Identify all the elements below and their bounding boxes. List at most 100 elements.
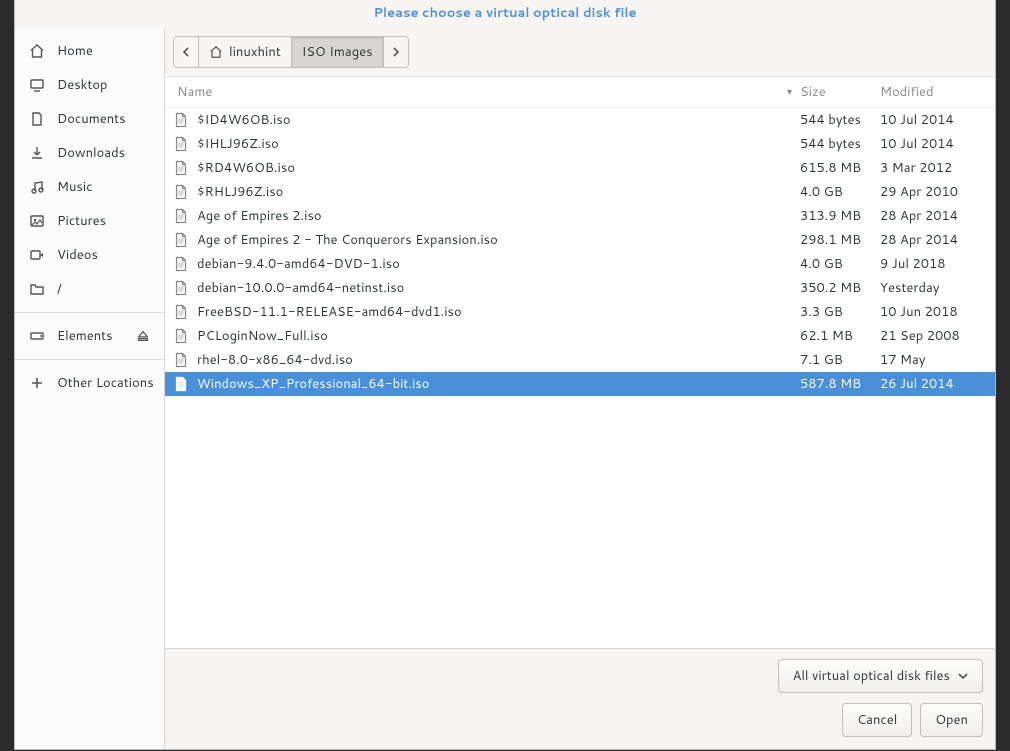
plus-icon [29, 375, 45, 391]
desktop-icon [29, 77, 45, 93]
file-size: 4.0 GB [800, 182, 880, 202]
file-row[interactable]: Age of Empires 2.iso313.9 MB28 Apr 2014 [165, 204, 995, 228]
file-icon [173, 304, 189, 320]
file-row[interactable]: Windows_XP_Professional_64-bit.iso587.8 … [165, 372, 995, 396]
folder-icon [29, 281, 45, 297]
file-row[interactable]: $RD4W6OB.iso 615.8 MB3 Mar 2012 [165, 156, 995, 180]
column-header-label: Size [800, 83, 826, 101]
file-modified: Yesterday [880, 278, 985, 298]
file-row[interactable]: $ID4W6OB.iso 544 bytes10 Jul 2014 [165, 108, 995, 132]
file-row[interactable]: debian-10.0.0-amd64-netinst.iso 350.2 MBY… [165, 276, 995, 300]
file-row[interactable]: FreeBSD-11.1-RELEASE-amd64-dvd1.iso3.3 G… [165, 300, 995, 324]
home-icon [209, 45, 223, 59]
path-crumb-current[interactable]: ISO Images [291, 37, 383, 67]
file-row[interactable]: PCLoginNow_Full.iso62.1 MB21 Sep 2008 [165, 324, 995, 348]
file-modified: 3 Mar 2012 [880, 158, 985, 178]
file-modified: 21 Sep 2008 [880, 326, 985, 346]
file-name: Age of Empires 2 - The Conquerors Expans… [197, 230, 498, 250]
file-chooser-window: Please choose a virtual optical disk fil… [14, 0, 996, 750]
column-headers: Name ▾ Size Modified [165, 77, 995, 108]
file-name: debian-9.4.0-amd64-DVD-1.iso [197, 254, 400, 274]
chevron-down-icon [958, 672, 968, 680]
column-header-size[interactable]: Size [800, 83, 880, 101]
column-header-name[interactable]: Name ▾ [173, 83, 800, 101]
file-list: Name ▾ Size Modified $ID4W6OB.iso 544 byt… [165, 76, 995, 648]
file-modified: 10 Jul 2014 [880, 134, 985, 154]
drive-icon [29, 328, 45, 344]
main-pane: linuxhint ISO Images Name ▾ Siz [165, 28, 995, 749]
file-size: 62.1 MB [800, 326, 880, 346]
file-row[interactable]: rhel-8.0-x86_64-dvd.iso7.1 GB17 May [165, 348, 995, 372]
file-row[interactable]: $RHLJ96Z.iso4.0 GB29 Apr 2010 [165, 180, 995, 204]
file-icon [173, 280, 189, 296]
pictures-icon [29, 213, 45, 229]
file-icon [173, 184, 189, 200]
file-size: 4.0 GB [800, 254, 880, 274]
filter-label: All virtual optical disk files [793, 667, 950, 685]
chevron-left-icon [182, 47, 190, 57]
path-back-button[interactable] [174, 37, 198, 67]
path-buttons: linuxhint ISO Images [173, 36, 409, 68]
eject-button[interactable] [136, 329, 156, 343]
sidebar-item-videos[interactable]: Videos [15, 238, 164, 272]
file-row[interactable]: $IHLJ96Z.iso544 bytes10 Jul 2014 [165, 132, 995, 156]
file-size: 544 bytes [800, 134, 880, 154]
file-icon [173, 328, 189, 344]
home-icon [29, 43, 45, 59]
file-name-cell: FreeBSD-11.1-RELEASE-amd64-dvd1.iso [173, 302, 800, 322]
file-size: 350.2 MB [800, 278, 880, 298]
file-name-cell: $IHLJ96Z.iso [173, 134, 800, 154]
sidebar-item-music[interactable]: Music [15, 170, 164, 204]
file-icon [173, 232, 189, 248]
sidebar-item-label: Elements [57, 327, 113, 345]
sort-indicator-icon: ▾ [787, 85, 800, 99]
column-header-modified[interactable]: Modified [880, 83, 985, 101]
file-icon [173, 256, 189, 272]
file-modified: 26 Jul 2014 [880, 374, 985, 394]
file-modified: 17 May [880, 350, 985, 370]
music-icon [29, 179, 45, 195]
sidebar-item-label: Pictures [57, 212, 106, 230]
file-name: $RHLJ96Z.iso [197, 182, 283, 202]
column-header-label: Modified [880, 83, 934, 101]
file-modified: 10 Jul 2014 [880, 110, 985, 130]
open-button[interactable]: Open [920, 703, 983, 737]
cancel-button[interactable]: Cancel [842, 703, 912, 737]
file-icon [173, 208, 189, 224]
file-name: $ID4W6OB.iso [197, 110, 291, 130]
window-title: Please choose a virtual optical disk fil… [15, 0, 995, 28]
file-name: debian-10.0.0-amd64-netinst.iso [197, 278, 404, 298]
file-name-cell: $ID4W6OB.iso [173, 110, 800, 130]
sidebar-item-elements-row: Elements [15, 319, 164, 353]
file-name: FreeBSD-11.1-RELEASE-amd64-dvd1.iso [197, 302, 462, 322]
sidebar-item-other-locations[interactable]: Other Locations [15, 366, 164, 400]
file-modified: 9 Jul 2018 [880, 254, 985, 274]
sidebar-item-label: Home [57, 42, 93, 60]
file-size: 298.1 MB [800, 230, 880, 250]
file-row[interactable]: Age of Empires 2 - The Conquerors Expans… [165, 228, 995, 252]
sidebar-item-desktop[interactable]: Desktop [15, 68, 164, 102]
file-name-cell: debian-9.4.0-amd64-DVD-1.iso [173, 254, 800, 274]
file-row[interactable]: debian-9.4.0-amd64-DVD-1.iso 4.0 GB9 Jul … [165, 252, 995, 276]
file-name: $RD4W6OB.iso [197, 158, 295, 178]
path-forward-button[interactable] [383, 37, 408, 67]
sidebar-item-label: Videos [57, 246, 98, 264]
sidebar-item-elements[interactable]: Elements [15, 319, 136, 353]
places-sidebar: Home Desktop Documents Downloads [15, 28, 165, 749]
file-name: Age of Empires 2.iso [197, 206, 322, 226]
sidebar-item-root[interactable]: / [15, 272, 164, 306]
file-size: 615.8 MB [800, 158, 880, 178]
sidebar-item-home[interactable]: Home [15, 34, 164, 68]
sidebar-item-pictures[interactable]: Pictures [15, 204, 164, 238]
file-type-filter[interactable]: All virtual optical disk files [778, 659, 983, 693]
path-crumb-home[interactable]: linuxhint [198, 37, 291, 67]
sidebar-item-downloads[interactable]: Downloads [15, 136, 164, 170]
path-bar: linuxhint ISO Images [165, 28, 995, 76]
sidebar-item-documents[interactable]: Documents [15, 102, 164, 136]
file-icon [173, 136, 189, 152]
file-size: 544 bytes [800, 110, 880, 130]
chevron-right-icon [392, 47, 400, 57]
file-icon [173, 352, 189, 368]
file-rows[interactable]: $ID4W6OB.iso544 bytes10 Jul 2014$IHLJ96Z… [165, 108, 995, 648]
sidebar-item-label: Other Locations [57, 374, 154, 392]
